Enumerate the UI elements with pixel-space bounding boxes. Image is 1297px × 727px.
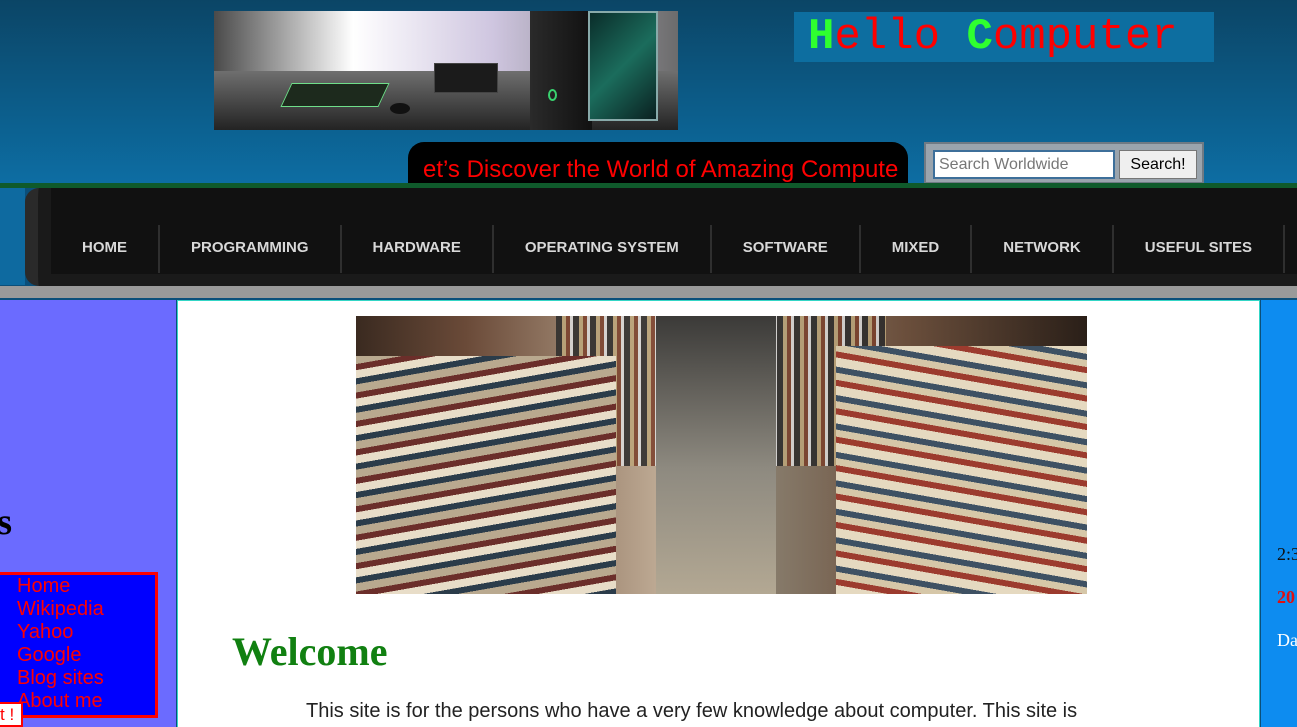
site-header: Hello Computer et’s Discover the World o… [0, 0, 1297, 188]
keyboard-graphic [280, 83, 390, 107]
nav-bar-wrapper: HOME PROGRAMMING HARDWARE OPERATING SYST… [0, 188, 1297, 298]
search-form: Search! [924, 142, 1204, 184]
chat-tab[interactable]: t ! [0, 702, 23, 727]
nav-item-home[interactable]: HOME [51, 225, 160, 273]
welcome-heading: Welcome [232, 629, 388, 674]
intro-paragraph: This site is for the persons who have a … [306, 700, 1078, 722]
nav-item-hardware[interactable]: HARDWARE [342, 225, 494, 273]
right-sidebar: 2:3 20 Da [1261, 300, 1297, 727]
link-google[interactable]: Google [17, 644, 155, 667]
device-graphic [434, 63, 498, 93]
nav-item-network[interactable]: NETWORK [972, 225, 1114, 273]
main-content: Welcome This site is for the persons who… [177, 300, 1260, 727]
nav-item-mixed[interactable]: MIXED [861, 225, 973, 273]
search-button[interactable]: Search! [1119, 150, 1197, 179]
banner-image [214, 11, 678, 130]
nav-bottom-strip [0, 286, 1297, 298]
link-wikipedia[interactable]: Wikipedia [17, 598, 155, 621]
nav-item-programming[interactable]: PROGRAMMING [160, 225, 342, 273]
main-nav: HOME PROGRAMMING HARDWARE OPERATING SYST… [25, 188, 1297, 286]
clock-time: 2:3 [1277, 544, 1297, 564]
nav-item-software[interactable]: SOFTWARE [712, 225, 861, 273]
nav-item-operating-system[interactable]: OPERATING SYSTEM [494, 225, 712, 273]
mouse-graphic [390, 103, 410, 114]
pc-tower-graphic [530, 11, 592, 130]
search-input[interactable] [933, 150, 1115, 179]
nav-item-useful-sites[interactable]: USEFUL SITES [1114, 225, 1286, 273]
clock-year: 20 [1277, 587, 1295, 607]
clock-day: Da [1277, 630, 1297, 650]
links-heading: nks [0, 501, 13, 543]
marquee-text: et’s Discover the World of Amazing Compu… [423, 156, 899, 183]
hero-image [356, 316, 1087, 594]
link-blog-sites[interactable]: Blog sites [17, 667, 155, 690]
link-home[interactable]: Home [17, 575, 155, 598]
left-sidebar: nks Home Wikipedia Yahoo Google Blog sit… [0, 300, 176, 727]
links-list: Home Wikipedia Yahoo Google Blog sites A… [0, 572, 158, 718]
link-yahoo[interactable]: Yahoo [17, 621, 155, 644]
scrolling-marquee: et’s Discover the World of Amazing Compu… [408, 142, 908, 188]
link-about-me[interactable]: About me [17, 690, 155, 713]
site-title: Hello Computer [794, 12, 1214, 62]
